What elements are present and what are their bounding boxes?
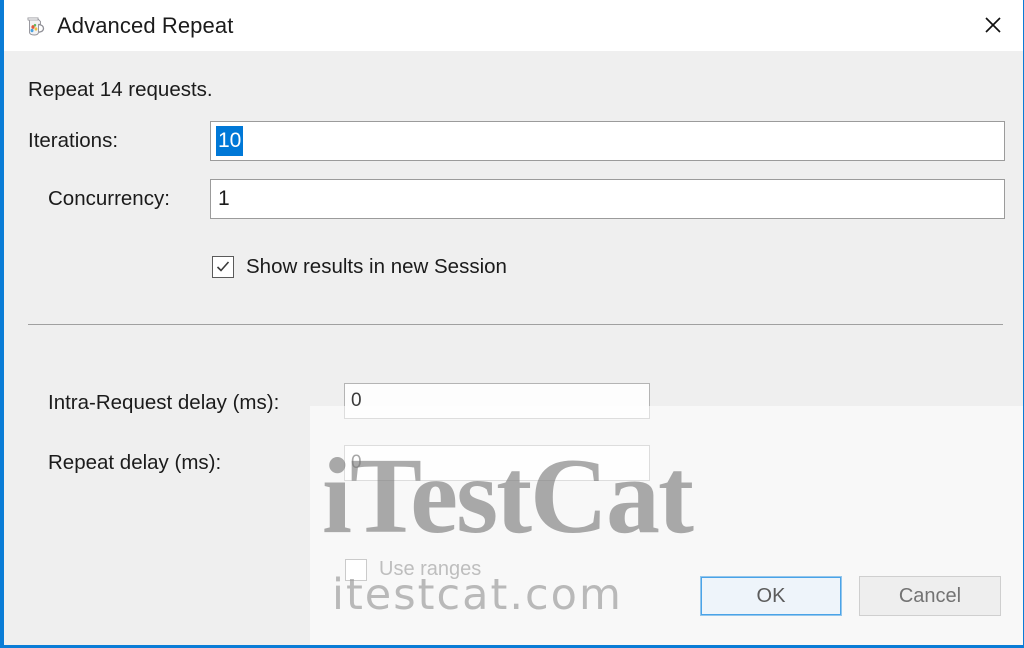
ok-button[interactable]: OK — [700, 576, 842, 616]
concurrency-label: Concurrency: — [48, 187, 170, 210]
intra-request-delay-input[interactable]: 0 — [344, 383, 650, 419]
dialog-body: Repeat 14 requests. Iterations: 10 Concu… — [4, 51, 1023, 645]
repeat-delay-label: Repeat delay (ms): — [48, 451, 222, 474]
iterations-value: 10 — [216, 126, 244, 156]
title-bar: Advanced Repeat — [4, 0, 1023, 51]
pitcher-icon — [21, 13, 47, 39]
cancel-button[interactable]: Cancel — [859, 576, 1001, 616]
intra-request-delay-value: 0 — [351, 390, 362, 411]
concurrency-input[interactable]: 1 — [210, 179, 1005, 219]
show-results-checkbox-row[interactable]: Show results in new Session — [212, 255, 507, 279]
checkbox-checked-icon[interactable] — [212, 256, 234, 278]
intra-request-delay-label: Intra-Request delay (ms): — [48, 391, 280, 414]
section-divider — [28, 324, 1003, 325]
window-title: Advanced Repeat — [57, 12, 234, 38]
iterations-input[interactable]: 10 — [210, 121, 1005, 161]
repeat-delay-input[interactable]: 0 — [344, 445, 650, 481]
checkbox-unchecked-icon[interactable] — [345, 558, 367, 581]
summary-text: Repeat 14 requests. — [28, 78, 213, 101]
close-icon[interactable] — [962, 0, 1023, 50]
use-ranges-checkbox-row[interactable]: Use ranges — [345, 558, 481, 581]
iterations-label: Iterations: — [28, 129, 119, 152]
show-results-label: Show results in new Session — [246, 255, 507, 278]
use-ranges-label: Use ranges — [379, 558, 482, 580]
repeat-delay-value: 0 — [351, 452, 362, 473]
concurrency-value: 1 — [218, 187, 230, 210]
advanced-repeat-dialog: Advanced Repeat Repeat 14 requests. Iter… — [0, 0, 1024, 648]
